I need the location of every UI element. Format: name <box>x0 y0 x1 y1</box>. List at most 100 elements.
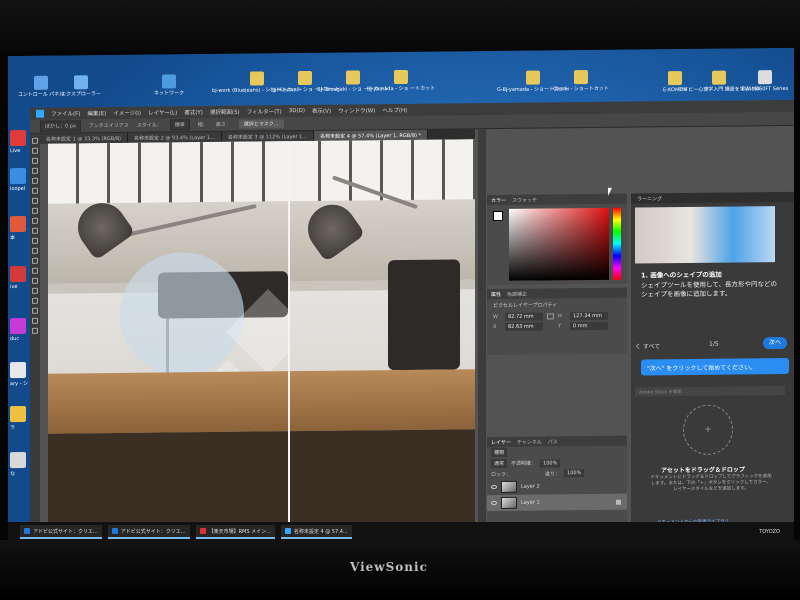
layer-name: Layer 2 <box>521 483 540 490</box>
desktop-icon-gazou[interactable]: Gazou - ショートカット <box>553 70 609 92</box>
gradient-tool-icon[interactable] <box>32 247 38 254</box>
menu-select[interactable]: 選択範囲(S) <box>210 108 240 116</box>
document-canvas-right[interactable] <box>290 139 475 525</box>
lasso-tool-icon[interactable] <box>32 157 38 164</box>
shape-tool-icon[interactable] <box>32 307 38 314</box>
system-tray: TOYOZO <box>759 529 780 535</box>
menu-filter[interactable]: フィルター(T) <box>247 107 282 115</box>
blur-tool-icon[interactable] <box>32 257 38 264</box>
layers-panel: レイヤー チャンネル パス 種類 通常 不透明度： 100% ロック： 塗り： … <box>487 435 627 535</box>
style-select[interactable]: 標準 <box>169 119 190 131</box>
healing-tool-icon[interactable] <box>32 197 38 204</box>
layer-kind-filter[interactable]: 種類 <box>491 447 508 458</box>
tab-channels[interactable]: チャンネル <box>517 438 542 445</box>
link-icon[interactable] <box>547 313 554 320</box>
menu-file[interactable]: ファイル(F) <box>51 109 80 117</box>
antialias-checkbox[interactable]: アンチエイリアス <box>89 122 129 129</box>
desktop-left-icon[interactable] <box>10 361 26 379</box>
menu-view[interactable]: 表示(V) <box>312 107 331 115</box>
width-field[interactable]: 82.72 mm <box>505 312 543 321</box>
edge-icon <box>111 528 118 534</box>
eraser-tool-icon[interactable] <box>32 237 38 244</box>
tab-paths[interactable]: パス <box>548 438 558 445</box>
visibility-eye-icon[interactable] <box>491 500 497 506</box>
desktop-icon-printer[interactable]: EW-M660FT Series <box>738 70 792 93</box>
task-label: アドビ公式サイト：クリエ... <box>120 528 186 535</box>
menu-window[interactable]: ウィンドウ(W) <box>338 106 375 114</box>
layer-thumbnail <box>501 496 517 509</box>
opacity-field[interactable]: 100% <box>540 458 561 468</box>
feather-field[interactable]: ぼかし：0 px <box>40 120 81 132</box>
taskbar-item-photoshop[interactable]: 名称未設定 4 @ 57.4... <box>280 525 352 539</box>
desktop-icon-bj-yamada[interactable]: BJ-yamada - ショ ートカット <box>367 69 435 92</box>
stamp-tool-icon[interactable] <box>32 217 38 224</box>
desktop-icon-g-bj-yamada[interactable]: G-BJ-yamada - ショートカット <box>497 70 569 93</box>
crop-tool-icon[interactable] <box>32 177 38 184</box>
library-search-input[interactable]: Adobe Stock を検索 <box>635 385 785 397</box>
quick-select-tool-icon[interactable] <box>32 167 38 174</box>
layer-row-2[interactable]: Layer 2 <box>487 478 627 495</box>
menu-edit[interactable]: 編集(E) <box>87 109 106 117</box>
zoom-tool-icon[interactable] <box>32 327 38 334</box>
back-to-all-link[interactable]: く すべて <box>635 341 660 350</box>
menu-help[interactable]: ヘルプ(H) <box>382 106 407 114</box>
move-tool-icon[interactable] <box>32 137 38 144</box>
type-tool-icon[interactable] <box>32 287 38 294</box>
path-select-tool-icon[interactable] <box>32 297 38 304</box>
opacity-label: 不透明度： <box>511 460 537 467</box>
shortcut-icon <box>346 70 360 85</box>
desktop-left-icon[interactable] <box>10 167 26 185</box>
tutorial-preview-image <box>635 206 775 264</box>
tab-layers[interactable]: レイヤー <box>491 438 511 445</box>
visibility-eye-icon[interactable] <box>491 484 497 490</box>
monitor-bezel-top <box>0 0 800 52</box>
menu-type[interactable]: 書式(Y) <box>184 108 203 116</box>
hand-tool-icon[interactable] <box>32 317 38 324</box>
blend-mode-select[interactable]: 通常 <box>491 458 508 469</box>
eyedropper-tool-icon[interactable] <box>32 187 38 194</box>
color-picker-field[interactable] <box>509 207 609 281</box>
tab-color[interactable]: カラー <box>491 196 506 203</box>
desktop-left-icon[interactable] <box>10 265 26 283</box>
taskbar-item-adobe-1[interactable]: アドビ公式サイト：クリエ... <box>20 525 102 539</box>
document-canvas-left[interactable] <box>48 141 288 527</box>
photo-floor <box>290 429 475 525</box>
marquee-tool-icon[interactable] <box>32 147 38 154</box>
tab-adjustments[interactable]: 色調補正 <box>507 290 527 297</box>
height-field[interactable]: 127.34 mm <box>570 311 608 321</box>
desktop-left-icon[interactable] <box>10 215 26 233</box>
shortcut-icon <box>394 69 408 85</box>
tab-properties[interactable]: 属性 <box>491 290 501 297</box>
desktop-icon-explorer[interactable]: エクスプローラー <box>54 75 108 98</box>
taskbar-item-rakuten[interactable]: 【楽天市場】RMS メイン... <box>195 525 275 539</box>
pen-tool-icon[interactable] <box>32 277 38 284</box>
desktop-icon-network[interactable]: ネットワーク <box>142 74 196 97</box>
explorer-icon <box>74 75 88 90</box>
layer-row-1[interactable]: Layer 1 <box>487 493 627 512</box>
desktop-left-icon[interactable] <box>10 451 26 469</box>
taskbar-item-adobe-2[interactable]: アドビ公式サイト：クリエ... <box>107 525 190 539</box>
desktop-left-icon[interactable] <box>10 317 26 335</box>
y-field[interactable]: 0 mm <box>570 321 608 331</box>
dodge-tool-icon[interactable] <box>32 267 38 274</box>
add-asset-icon[interactable]: + <box>683 404 733 456</box>
tab-learn[interactable]: ラーニング <box>631 191 794 204</box>
next-button[interactable]: 次へ <box>763 336 787 350</box>
shortcut-icon <box>526 70 540 85</box>
menu-3d[interactable]: 3D(D) <box>289 108 305 114</box>
hue-slider[interactable] <box>613 207 621 280</box>
tutorial-step-text: シェイプツールを使用して、長方形や円などのシェイプを画像に追加します。 <box>641 280 777 299</box>
drop-zone-title: アセットをドラッグ＆ドロップ <box>661 466 745 475</box>
select-and-mask-button[interactable]: 選択とマスク... <box>238 119 284 129</box>
brush-tool-icon[interactable] <box>32 207 38 214</box>
desktop-left-icon[interactable] <box>10 129 26 147</box>
photo-bench <box>290 369 475 432</box>
desktop-left-icon[interactable] <box>10 405 26 423</box>
menu-layer[interactable]: レイヤー(L) <box>148 108 177 116</box>
tab-swatches[interactable]: スウォッチ <box>512 196 537 203</box>
menu-image[interactable]: イメージ(I) <box>113 109 141 117</box>
fill-field[interactable]: 100% <box>564 469 585 478</box>
history-brush-tool-icon[interactable] <box>32 227 38 234</box>
x-field[interactable]: 82.63 mm <box>505 322 543 331</box>
foreground-color-swatch[interactable] <box>493 210 503 222</box>
